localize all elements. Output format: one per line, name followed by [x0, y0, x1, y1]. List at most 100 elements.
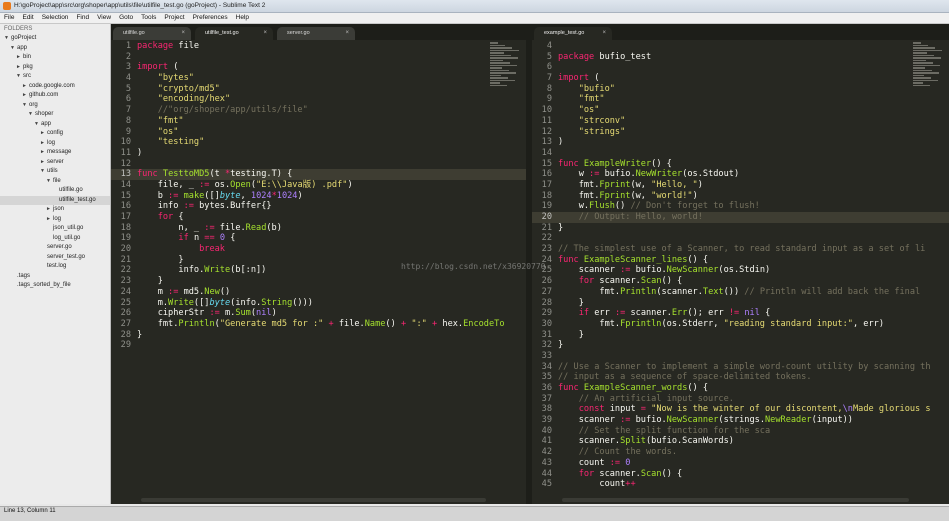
code-line[interactable]: 17 fmt.Fprint(w, "Hello, ") [532, 180, 949, 191]
menu-item-preferences[interactable]: Preferences [189, 13, 232, 23]
horizontal-scrollbar-right[interactable] [562, 498, 909, 502]
code-line[interactable]: 25 m.Write([]byte(info.String())) [111, 298, 526, 309]
expanded-arrow-icon[interactable]: ▼ [16, 72, 23, 82]
code-line[interactable]: 4 "bytes" [111, 73, 526, 84]
expanded-arrow-icon[interactable]: ▼ [4, 34, 11, 44]
expanded-arrow-icon[interactable]: ▼ [28, 110, 35, 120]
code-line[interactable]: 8 "bufio" [532, 84, 949, 95]
menu-item-file[interactable]: File [0, 13, 18, 23]
expanded-arrow-icon[interactable]: ▼ [46, 177, 53, 187]
sidebar-item-log-util-go[interactable]: log_util.go [0, 234, 110, 244]
code-line[interactable]: 30 fmt.Fprintln(os.Stderr, "reading stan… [532, 319, 949, 330]
tab-utilfile-test-go[interactable]: utilfile_test.go × [195, 27, 273, 40]
code-view-right[interactable]: 4 5 package bufio_test 6 7 import (8 "bufio" 9… [532, 41, 949, 496]
collapsed-arrow-icon[interactable]: ► [16, 53, 23, 63]
collapsed-arrow-icon[interactable]: ► [40, 158, 47, 168]
sidebar-item--tags-sorted-by-file[interactable]: .tags_sorted_by_file [0, 281, 110, 291]
code-line[interactable]: 29 [111, 340, 526, 351]
sidebar-item-log[interactable]: ► log [0, 215, 110, 225]
code-line[interactable]: 26 for scanner.Scan() { [532, 276, 949, 287]
code-line[interactable]: 14 [532, 148, 949, 159]
tab-example-test-go[interactable]: example_test.go × [534, 27, 612, 40]
code-line[interactable]: 7 //"org/shoper/app/utils/file" [111, 105, 526, 116]
code-line[interactable]: 40 // Set the split function for the sca [532, 426, 949, 437]
code-line[interactable]: 42 // Count the words. [532, 447, 949, 458]
sidebar-item-test-log[interactable]: test.log [0, 262, 110, 272]
code-line[interactable]: 27 fmt.Println("Generate md5 for :" + fi… [111, 319, 526, 330]
code-line[interactable]: 4 [532, 41, 949, 52]
code-line[interactable]: 14 file, _ := os.Open("E:\\Java版) .pdf") [111, 180, 526, 191]
expanded-arrow-icon[interactable]: ▼ [34, 120, 41, 130]
code-line[interactable]: 21 } [111, 255, 526, 266]
sidebar-item-bin[interactable]: ► bin [0, 53, 110, 63]
code-line[interactable]: 15 b := make([]byte, 1024*1024) [111, 191, 526, 202]
expanded-arrow-icon[interactable]: ▼ [22, 101, 29, 111]
code-line[interactable]: 22 info.Write(b[:n]) [111, 265, 526, 276]
code-line[interactable]: 10 "os" [532, 105, 949, 116]
code-line[interactable]: 6 "encoding/hex" [111, 94, 526, 105]
horizontal-scrollbar-left[interactable] [141, 498, 486, 502]
code-line[interactable]: 13 func TesttoMD5(t *testing.T) { [111, 169, 526, 180]
minimap-left[interactable] [490, 41, 522, 101]
code-line[interactable]: 11) [111, 148, 526, 159]
code-line[interactable]: 23 } [111, 276, 526, 287]
sidebar-item-app[interactable]: ▼ app [0, 120, 110, 130]
sidebar-item-server-test-go[interactable]: server_test.go [0, 253, 110, 263]
code-line[interactable]: 20 // Output: Hello, world! [532, 212, 949, 223]
sidebar-item-file[interactable]: ▼ file [0, 177, 110, 187]
code-line[interactable]: 1 package file [111, 41, 526, 52]
close-tab-icon[interactable]: × [263, 27, 267, 40]
code-line[interactable]: 37 // An artificial input source. [532, 394, 949, 405]
sidebar-item-code-google-com[interactable]: ► code.google.com [0, 82, 110, 92]
sidebar-item-org[interactable]: ▼ org [0, 101, 110, 111]
sidebar-item-json-util-go[interactable]: json_util.go [0, 224, 110, 234]
collapsed-arrow-icon[interactable]: ► [40, 148, 47, 158]
code-line[interactable]: 9 "fmt" [532, 94, 949, 105]
code-line[interactable]: 24 m := md5.New() [111, 287, 526, 298]
code-line[interactable]: 3 import ( [111, 62, 526, 73]
menu-item-selection[interactable]: Selection [38, 13, 73, 23]
code-line[interactable]: 25 scanner := bufio.NewScanner(os.Stdin) [532, 265, 949, 276]
expanded-arrow-icon[interactable]: ▼ [10, 44, 17, 54]
code-line[interactable]: 12 "strings" [532, 127, 949, 138]
sidebar-item-shoper[interactable]: ▼ shoper [0, 110, 110, 120]
tab-utilfile-go[interactable]: utilfile.go × [113, 27, 191, 40]
code-line[interactable]: 15 func ExampleWriter() { [532, 159, 949, 170]
collapsed-arrow-icon[interactable]: ► [22, 91, 29, 101]
code-line[interactable]: 7 import ( [532, 73, 949, 84]
code-line[interactable]: 28 } [532, 298, 949, 309]
code-line[interactable]: 39 scanner := bufio.NewScanner(strings.N… [532, 415, 949, 426]
sidebar-item-pkg[interactable]: ► pkg [0, 63, 110, 73]
code-view-left[interactable]: 1 package file 2 3 import (4 "bytes" 5 "crypt… [111, 41, 526, 496]
collapsed-arrow-icon[interactable]: ► [40, 139, 47, 149]
menu-item-view[interactable]: View [93, 13, 115, 23]
code-line[interactable]: 19 if n == 0 { [111, 233, 526, 244]
code-line[interactable]: 17 for { [111, 212, 526, 223]
code-line[interactable]: 5 package bufio_test [532, 52, 949, 63]
code-line[interactable]: 18 n, _ := file.Read(b) [111, 223, 526, 234]
code-line[interactable]: 34 // Use a Scanner to implement a simple… [532, 362, 949, 373]
code-line[interactable]: 5 "crypto/md5" [111, 84, 526, 95]
close-tab-icon[interactable]: × [181, 27, 185, 40]
sidebar-item-config[interactable]: ► config [0, 129, 110, 139]
code-line[interactable]: 27 fmt.Println(scanner.Text()) // Printl… [532, 287, 949, 298]
tab-server-go[interactable]: server.go × [277, 27, 355, 40]
code-line[interactable]: 45 count++ [532, 479, 949, 490]
sidebar-item-message[interactable]: ► message [0, 148, 110, 158]
code-line[interactable]: 44 for scanner.Scan() { [532, 469, 949, 480]
sidebar-item-src[interactable]: ▼ src [0, 72, 110, 82]
code-line[interactable]: 35 // input as a sequence of space-delimi… [532, 372, 949, 383]
expanded-arrow-icon[interactable]: ▼ [40, 167, 47, 177]
code-line[interactable]: 18 fmt.Fprint(w, "world!") [532, 191, 949, 202]
code-line[interactable]: 23 // The simplest use of a Scanner, to r… [532, 244, 949, 255]
code-line[interactable]: 32} [532, 340, 949, 351]
code-line[interactable]: 11 "strconv" [532, 116, 949, 127]
code-line[interactable]: 8 "fmt" [111, 116, 526, 127]
sidebar-item-server-go[interactable]: server.go [0, 243, 110, 253]
minimap-right[interactable] [913, 41, 945, 101]
collapsed-arrow-icon[interactable]: ► [46, 215, 53, 225]
code-line[interactable]: 12 [111, 159, 526, 170]
sidebar-item--tags[interactable]: .tags [0, 272, 110, 282]
editor-pane-right[interactable]: example_test.go × 4 5 package bufio_test 6 7 i… [532, 24, 949, 504]
sidebar-item-server[interactable]: ► server [0, 158, 110, 168]
